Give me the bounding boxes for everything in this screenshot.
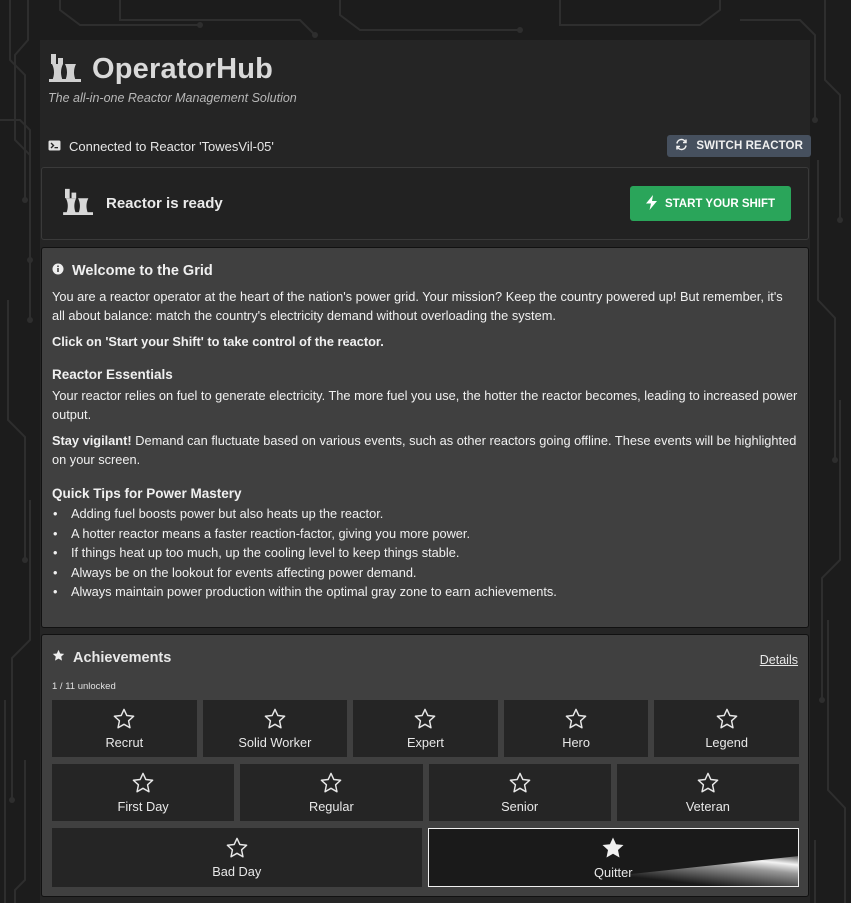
star-outline-icon bbox=[320, 772, 342, 797]
tips-list: Adding fuel boosts power but also heats … bbox=[52, 504, 798, 602]
connection-text: Connected to Reactor 'TowesVil-05' bbox=[69, 138, 274, 154]
tip-item: Always be on the lookout for events affe… bbox=[52, 563, 798, 583]
star-filled-icon bbox=[52, 649, 65, 666]
reactor-status-card: Reactor is ready START YOUR SHIFT bbox=[41, 167, 809, 240]
achievement-expert[interactable]: Expert bbox=[353, 700, 498, 757]
star-outline-icon bbox=[565, 708, 587, 733]
sync-icon bbox=[675, 138, 688, 154]
vigilant-label: Stay vigilant! bbox=[52, 432, 132, 448]
welcome-cta: Click on 'Start your Shift' to take cont… bbox=[52, 332, 798, 352]
star-outline-icon bbox=[226, 837, 248, 862]
welcome-cta-text: Click on 'Start your Shift' to take cont… bbox=[52, 333, 384, 349]
vigilant-paragraph: Stay vigilant! Demand can fluctuate base… bbox=[52, 431, 798, 470]
terminal-icon bbox=[48, 139, 61, 154]
achievement-label: Solid Worker bbox=[238, 734, 312, 750]
achievement-label: Hero bbox=[562, 734, 590, 750]
achievement-legend[interactable]: Legend bbox=[654, 700, 799, 757]
connection-row: Connected to Reactor 'TowesVil-05' SWITC… bbox=[48, 135, 811, 157]
achievement-label: Senior bbox=[501, 798, 539, 814]
achievement-label: Bad Day bbox=[212, 863, 262, 879]
unlocked-count: 1 / 11 unlocked bbox=[52, 681, 116, 692]
reactor-icon bbox=[62, 187, 96, 220]
start-shift-button[interactable]: START YOUR SHIFT bbox=[630, 186, 791, 221]
switch-reactor-button[interactable]: SWITCH REACTOR bbox=[667, 135, 811, 157]
achievements-title: Achievements bbox=[52, 649, 171, 666]
welcome-title-text: Welcome to the Grid bbox=[72, 263, 213, 279]
tip-item: If things heat up too much, up the cooli… bbox=[52, 543, 798, 563]
achievements-row-1: Recrut Solid Worker Expert Hero Legend bbox=[52, 700, 799, 757]
start-shift-label: START YOUR SHIFT bbox=[664, 197, 776, 210]
app-title: OperatorHub bbox=[92, 53, 274, 85]
achievement-recrut[interactable]: Recrut bbox=[52, 700, 197, 757]
reactor-status: Reactor is ready bbox=[62, 187, 223, 220]
achievements-card: Achievements Details 1 / 11 unlocked Rec… bbox=[41, 634, 809, 897]
reactor-logo-icon bbox=[48, 52, 84, 87]
achievement-veteran[interactable]: Veteran bbox=[616, 764, 799, 821]
achievement-hero[interactable]: Hero bbox=[503, 700, 649, 757]
achievement-label: Recrut bbox=[105, 734, 144, 750]
star-outline-icon bbox=[509, 772, 531, 797]
achievement-first-day[interactable]: First Day bbox=[52, 764, 235, 821]
essentials-text: Your reactor relies on fuel to generate … bbox=[52, 387, 798, 423]
achievements-row-3: Bad Day Quitter bbox=[52, 828, 799, 887]
app-tagline: The all-in-one Reactor Management Soluti… bbox=[48, 91, 297, 105]
star-outline-icon bbox=[113, 708, 135, 733]
essentials-heading: Reactor Essentials bbox=[52, 367, 173, 382]
achievements-row-2: First Day Regular Senior Veteran bbox=[52, 764, 799, 821]
achievement-solid-worker[interactable]: Solid Worker bbox=[202, 700, 348, 757]
star-outline-icon bbox=[264, 708, 286, 733]
tip-item: Always maintain power production within … bbox=[52, 582, 798, 602]
tip-item: A hotter reactor means a faster reaction… bbox=[52, 524, 798, 544]
achievement-label: Regular bbox=[308, 798, 354, 814]
achievements-title-text: Achievements bbox=[73, 649, 172, 666]
info-icon bbox=[52, 262, 64, 282]
vigilant-text: Demand can fluctuate based on various ev… bbox=[52, 432, 797, 468]
welcome-card: Welcome to the Grid You are a reactor op… bbox=[41, 247, 809, 628]
achievement-quitter[interactable]: Quitter bbox=[427, 828, 799, 887]
achievement-label: Legend bbox=[705, 734, 749, 750]
welcome-intro: You are a reactor operator at the heart … bbox=[52, 288, 783, 324]
reactor-status-text: Reactor is ready bbox=[106, 195, 223, 212]
achievement-regular[interactable]: Regular bbox=[240, 764, 423, 821]
brand: OperatorHub bbox=[48, 52, 297, 87]
achievement-label: Quitter bbox=[594, 864, 633, 880]
switch-reactor-label: SWITCH REACTOR bbox=[696, 140, 803, 152]
achievement-label: Veteran bbox=[685, 798, 730, 814]
tip-item: Adding fuel boosts power but also heats … bbox=[52, 504, 798, 524]
star-filled-icon bbox=[601, 836, 625, 863]
main-panel: OperatorHub The all-in-one Reactor Manag… bbox=[40, 40, 811, 903]
achievement-bad-day[interactable]: Bad Day bbox=[52, 828, 422, 887]
connection-status: Connected to Reactor 'TowesVil-05' bbox=[48, 139, 274, 154]
achievement-label: First Day bbox=[117, 798, 169, 814]
achievement-label: Expert bbox=[406, 734, 444, 750]
star-outline-icon bbox=[697, 772, 719, 797]
welcome-title: Welcome to the Grid bbox=[52, 262, 798, 282]
details-link[interactable]: Details bbox=[760, 653, 798, 667]
tips-heading: Quick Tips for Power Mastery bbox=[52, 485, 242, 501]
achievement-senior[interactable]: Senior bbox=[428, 764, 611, 821]
star-outline-icon bbox=[132, 772, 154, 797]
star-outline-icon bbox=[414, 708, 436, 733]
star-outline-icon bbox=[716, 708, 738, 733]
bolt-icon bbox=[645, 194, 657, 213]
header: OperatorHub The all-in-one Reactor Manag… bbox=[48, 52, 297, 105]
